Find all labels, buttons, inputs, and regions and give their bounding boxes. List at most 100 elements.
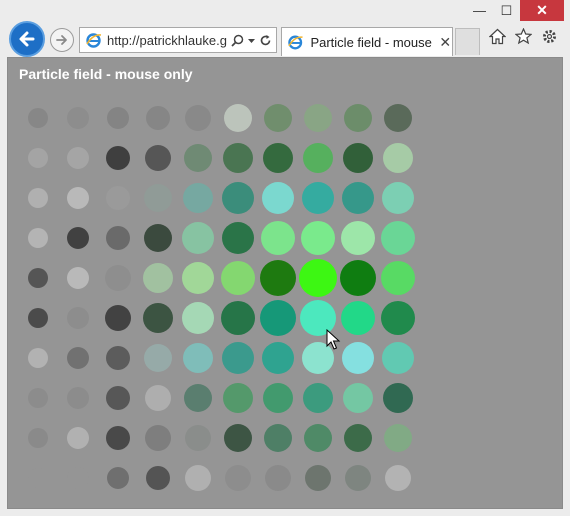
particle — [303, 383, 333, 413]
ie-page-icon — [86, 32, 102, 48]
particle — [106, 146, 130, 170]
particle — [381, 301, 415, 335]
particle — [222, 342, 254, 374]
chevron-down-icon[interactable] — [247, 36, 256, 45]
particle — [383, 383, 413, 413]
particle — [28, 188, 48, 208]
address-url[interactable]: http://patrickhlauke.g — [107, 33, 227, 48]
particle — [28, 148, 48, 168]
particle — [106, 386, 130, 410]
address-bar[interactable]: http://patrickhlauke.g — [79, 27, 277, 53]
particle — [265, 465, 291, 491]
toolbar — [489, 28, 558, 45]
particle — [382, 342, 414, 374]
particle — [67, 107, 89, 129]
particle — [299, 259, 337, 297]
particle — [345, 465, 371, 491]
tab-active[interactable]: Particle field - mouse ... ✕ — [281, 27, 453, 56]
window-controls: — ☐ ✕ — [466, 0, 564, 22]
page-content: Particle field - mouse only — [7, 57, 563, 509]
settings-button[interactable] — [541, 28, 558, 45]
particle — [145, 145, 171, 171]
ie-tab-icon — [288, 35, 303, 49]
forward-arrow-icon — [56, 35, 67, 45]
particle — [383, 143, 413, 173]
particle — [143, 303, 173, 333]
particle — [341, 301, 375, 335]
particle — [261, 221, 295, 255]
back-arrow-icon — [19, 31, 35, 47]
particle — [224, 424, 252, 452]
particle — [262, 182, 294, 214]
maximize-button[interactable]: ☐ — [493, 0, 520, 21]
particle — [182, 222, 214, 254]
particle — [262, 342, 294, 374]
particle — [107, 467, 129, 489]
particle — [144, 224, 172, 252]
back-button[interactable] — [9, 21, 45, 57]
particle — [28, 468, 48, 488]
particle — [344, 104, 372, 132]
particle — [223, 383, 253, 413]
particle — [145, 385, 171, 411]
particle — [28, 428, 48, 448]
particle — [302, 182, 334, 214]
particle — [222, 222, 254, 254]
particle — [67, 187, 89, 209]
particle — [185, 105, 211, 131]
forward-button[interactable] — [50, 28, 74, 52]
particle — [342, 182, 374, 214]
particle — [384, 424, 412, 452]
particle — [384, 104, 412, 132]
particle — [28, 108, 48, 128]
particle — [146, 466, 170, 490]
search-icon[interactable] — [231, 34, 244, 47]
particle — [183, 343, 213, 373]
particle — [105, 305, 131, 331]
particle — [145, 425, 171, 451]
particle — [301, 221, 335, 255]
particle — [143, 263, 173, 293]
particle — [381, 261, 415, 295]
particle — [224, 104, 252, 132]
particle — [184, 144, 212, 172]
particle — [340, 260, 376, 296]
particle — [263, 383, 293, 413]
particle — [67, 427, 89, 449]
particle-field[interactable] — [8, 58, 564, 510]
particle — [264, 104, 292, 132]
close-window-button[interactable]: ✕ — [520, 0, 564, 21]
particle — [343, 383, 373, 413]
particle — [28, 228, 48, 248]
particle — [221, 261, 255, 295]
particle — [260, 260, 296, 296]
home-button[interactable] — [489, 28, 506, 45]
particle — [385, 465, 411, 491]
star-icon — [515, 28, 532, 45]
particle — [146, 106, 170, 130]
particle — [67, 347, 89, 369]
particle — [28, 348, 48, 368]
particle — [67, 307, 89, 329]
particle — [28, 268, 48, 288]
particle — [382, 182, 414, 214]
particle — [381, 221, 415, 255]
particle — [303, 143, 333, 173]
particle — [67, 387, 89, 409]
new-tab-button[interactable] — [455, 28, 480, 55]
particle — [67, 227, 89, 249]
gear-icon — [543, 30, 556, 43]
particle — [183, 183, 213, 213]
particle — [106, 186, 130, 210]
particle — [144, 184, 172, 212]
minimize-button[interactable]: — — [466, 0, 493, 21]
favorites-button[interactable] — [515, 28, 532, 45]
refresh-icon[interactable] — [259, 34, 272, 47]
particle — [221, 301, 255, 335]
particle — [67, 467, 89, 489]
tab-title: Particle field - mouse ... — [310, 34, 432, 50]
particle — [185, 465, 211, 491]
home-icon — [489, 28, 506, 45]
particle — [28, 308, 48, 328]
tab-close-button[interactable]: ✕ — [438, 35, 452, 49]
